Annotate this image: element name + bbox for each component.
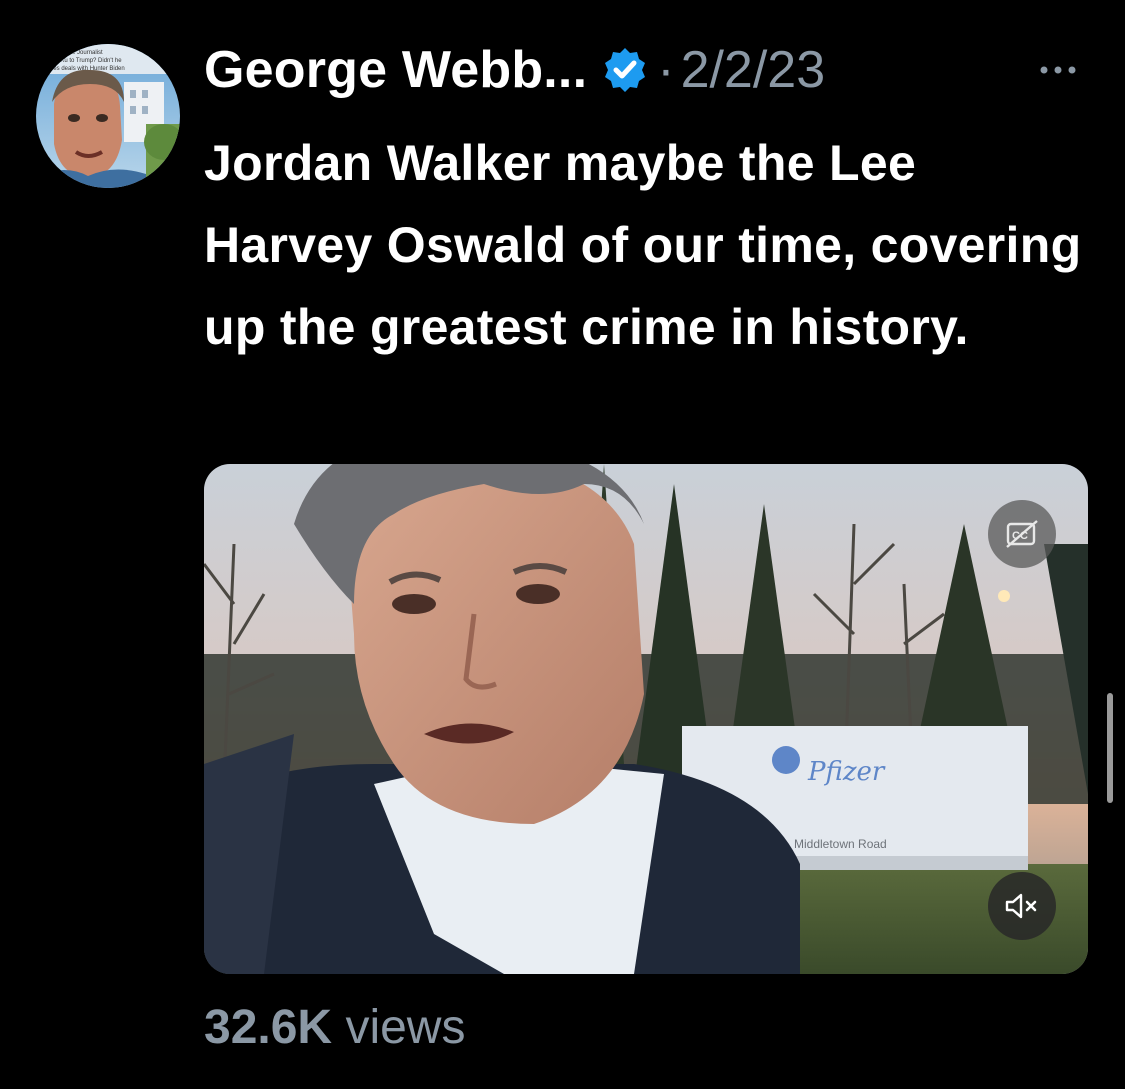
author-avatar[interactable]: Investigative Journalist one of Xu to Tr…: [36, 44, 180, 188]
views-count: 32.6K: [204, 1001, 333, 1054]
scrollbar-thumb[interactable]: [1107, 693, 1113, 803]
svg-text:one of Xu to Trump? Didn't he: one of Xu to Trump? Didn't he: [42, 58, 122, 64]
speaker-muted-icon: [1005, 893, 1037, 919]
more-options-button[interactable]: [1028, 52, 1088, 88]
verified-badge-icon: [601, 46, 649, 94]
tweet-header: George Webb... · 2/2/23: [204, 34, 825, 106]
tweet-timestamp[interactable]: 2/2/23: [681, 40, 826, 100]
mute-toggle-button[interactable]: [988, 872, 1056, 940]
video-frame: Pfizer Middletown Road: [204, 464, 1088, 974]
tweet-text: Jordan Walker maybe the Lee Harvey Oswal…: [204, 135, 1082, 355]
tweet-video[interactable]: Pfizer Middletown Road CC: [204, 464, 1088, 974]
sign-brand-text: Pfizer: [807, 757, 886, 787]
more-dots-icon: [1040, 66, 1076, 74]
svg-text:stones deals with Hunter Biden: stones deals with Hunter Biden: [42, 66, 125, 72]
author-name[interactable]: George Webb...: [204, 40, 587, 100]
views-label: views: [345, 1001, 466, 1054]
views-count-row: 32.6K views: [204, 1000, 465, 1055]
header-separator: ·: [657, 41, 675, 99]
avatar-headline-text: Investigative Journalist: [42, 50, 103, 56]
cc-icon: CC: [1006, 520, 1038, 548]
pfizer-logo-icon: [772, 746, 800, 774]
captions-button[interactable]: CC: [988, 500, 1056, 568]
sign-address-text: Middletown Road: [794, 837, 887, 851]
